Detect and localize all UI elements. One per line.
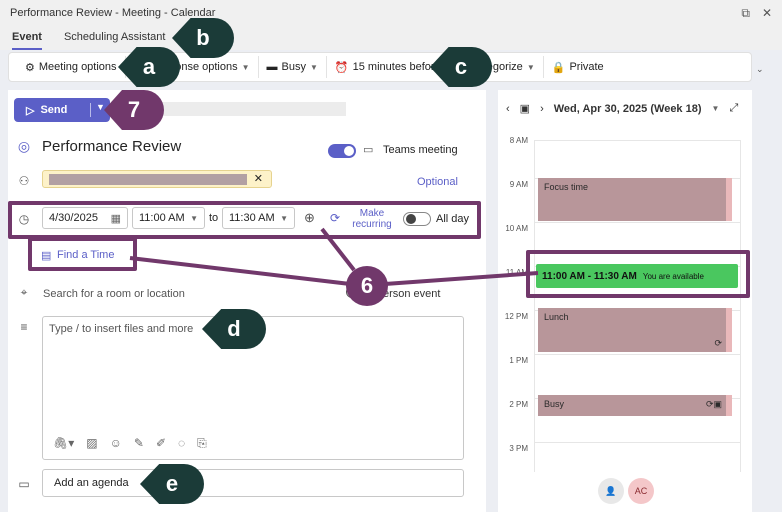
annotation-connectors (129, 227, 539, 286)
connector-line (320, 227, 356, 272)
connector-line (384, 271, 539, 286)
connector-line (129, 256, 351, 286)
callout-6: 6 (346, 266, 388, 306)
